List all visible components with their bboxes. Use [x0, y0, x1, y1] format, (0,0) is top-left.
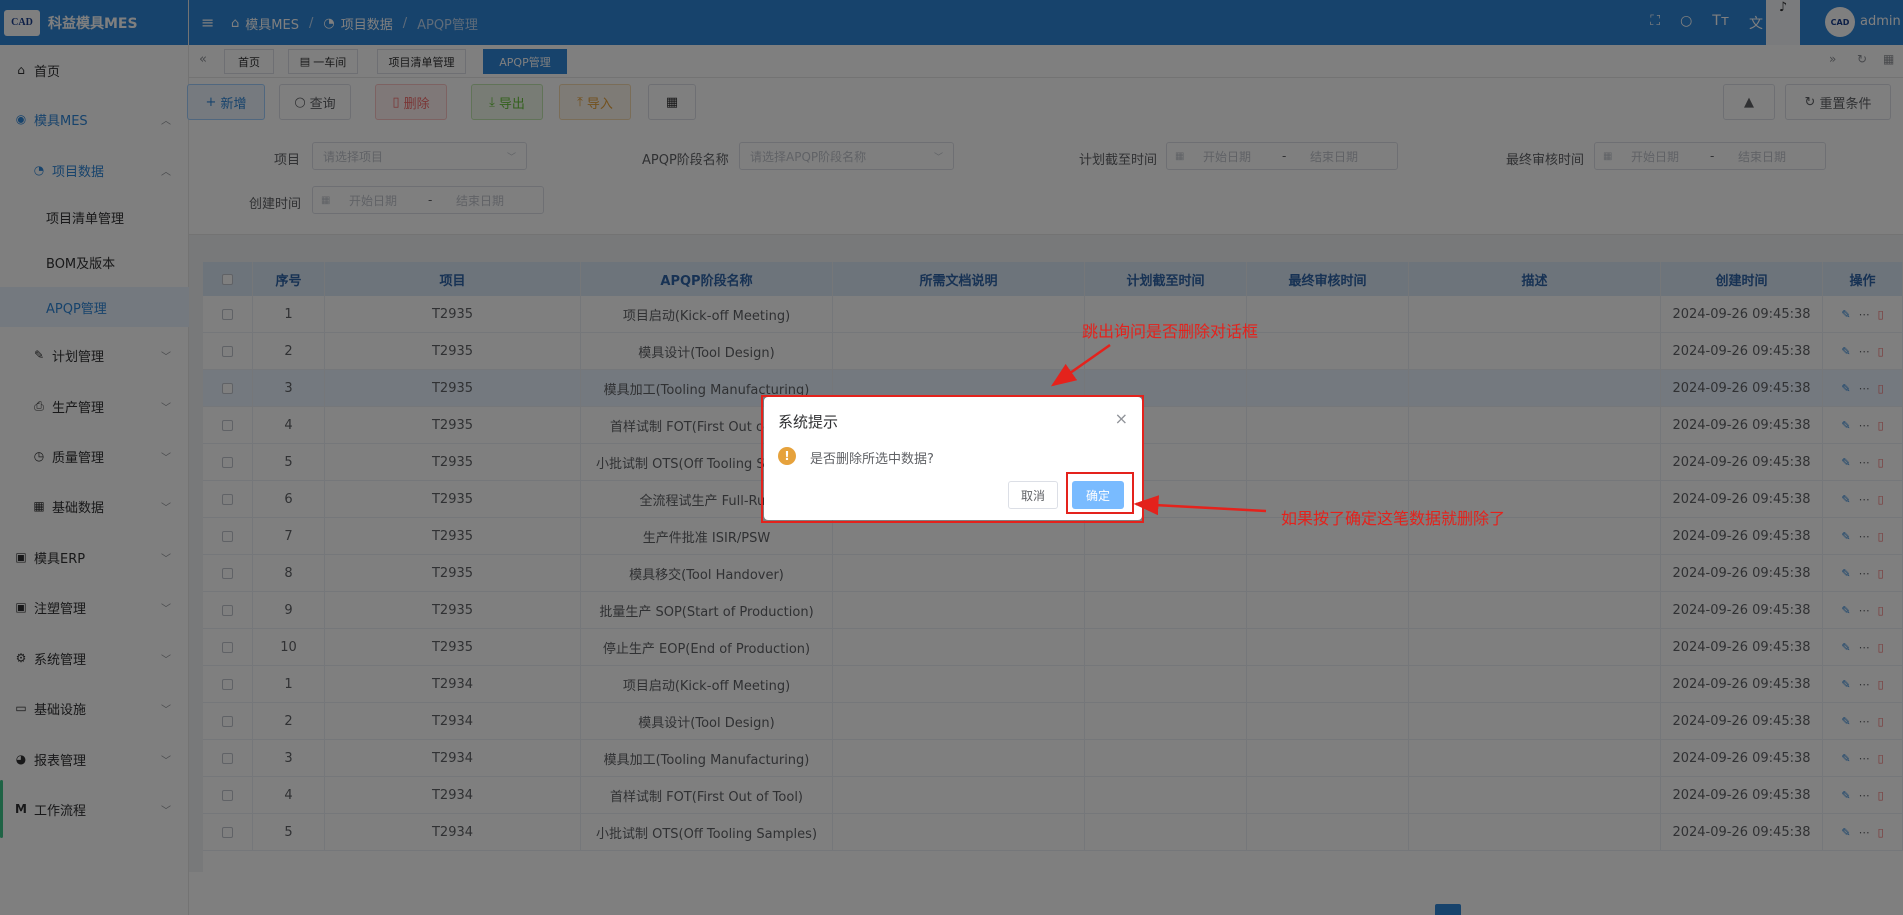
annotation-top: 跳出询问是否删除对话框: [1082, 322, 1259, 341]
confirm-highlight-box: [1066, 472, 1134, 514]
annotation-right: 如果按了确定这笔数据就删除了: [1281, 509, 1506, 528]
